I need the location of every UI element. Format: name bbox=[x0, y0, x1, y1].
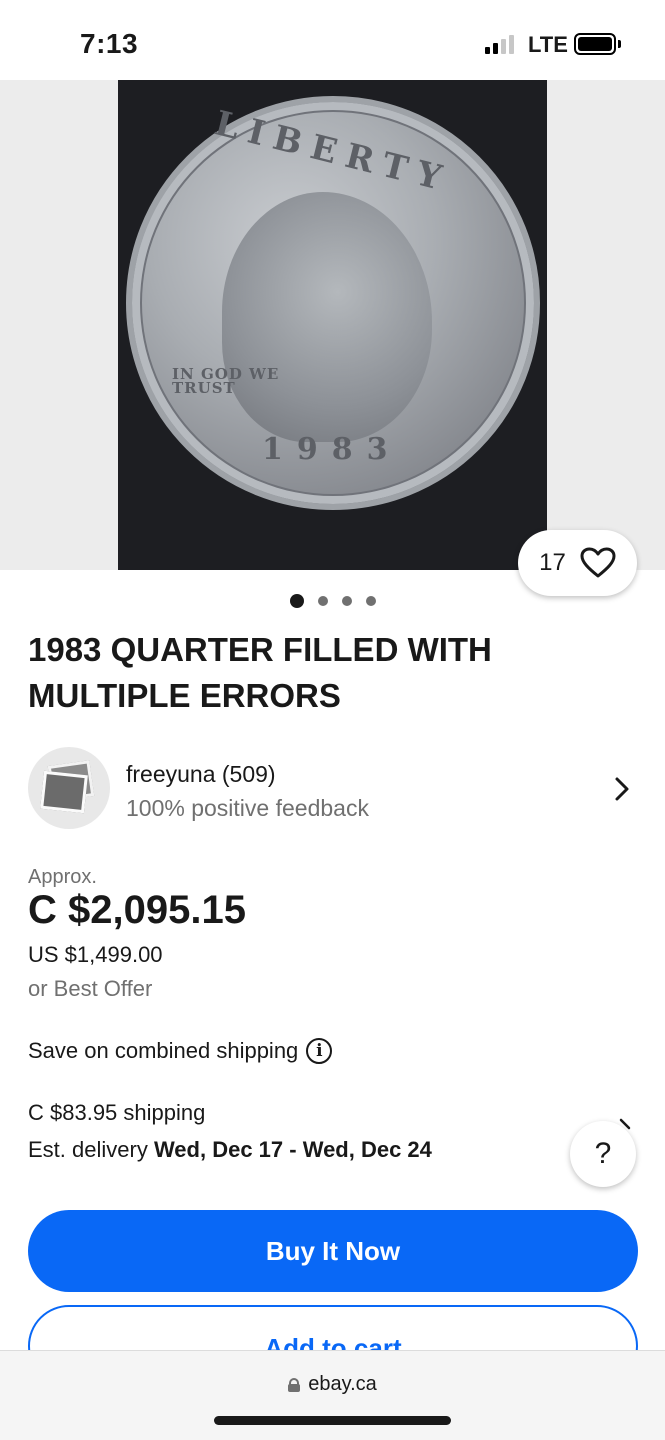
watch-count: 17 bbox=[539, 549, 566, 576]
item-photo[interactable]: LIBERTY IN GOD WE TRUST 1983 bbox=[118, 80, 547, 570]
price-main: C $2,095.15 bbox=[28, 888, 246, 932]
browser-url-bar[interactable]: ebay.ca bbox=[0, 1350, 665, 1440]
coin-image: LIBERTY IN GOD WE TRUST 1983 bbox=[126, 96, 540, 510]
seller-feedback: 100% positive feedback bbox=[126, 795, 369, 821]
delivery-estimate: Est. delivery Wed, Dec 17 - Wed, Dec 24 bbox=[28, 1137, 432, 1163]
coin-text-top: LIBERTY bbox=[210, 103, 455, 201]
combined-shipping[interactable]: Save on combined shipping i bbox=[28, 1038, 333, 1064]
home-indicator[interactable] bbox=[214, 1416, 451, 1425]
image-gallery[interactable]: LIBERTY IN GOD WE TRUST 1983 bbox=[0, 80, 665, 570]
info-icon[interactable]: i bbox=[306, 1038, 333, 1064]
combined-shipping-label: Save on combined shipping bbox=[28, 1038, 299, 1063]
heart-icon bbox=[580, 547, 616, 578]
url-domain: ebay.ca bbox=[308, 1373, 377, 1395]
buy-it-now-button[interactable]: Buy It Now bbox=[28, 1210, 638, 1292]
pagination-dot[interactable] bbox=[341, 596, 352, 606]
coin-portrait bbox=[222, 192, 432, 442]
url-display[interactable]: ebay.ca bbox=[0, 1373, 665, 1396]
network-label: LTE bbox=[528, 32, 568, 57]
chevron-right-icon bbox=[615, 777, 629, 801]
shipping-cost: C $83.95 shipping bbox=[28, 1100, 206, 1125]
help-button[interactable]: ? bbox=[570, 1121, 636, 1187]
signal-icon bbox=[485, 34, 514, 54]
battery-tip bbox=[618, 40, 621, 48]
delivery-dates: Wed, Dec 17 - Wed, Dec 24 bbox=[153, 1137, 432, 1162]
status-bar: 7:13 LTE bbox=[0, 0, 665, 80]
price-usd: US $1,499.00 bbox=[28, 942, 163, 967]
price-approx-label: Approx. bbox=[28, 866, 97, 888]
pagination-dot[interactable] bbox=[365, 596, 376, 606]
best-offer-label: or Best Offer bbox=[28, 976, 153, 1001]
delivery-prefix: Est. delivery bbox=[28, 1137, 154, 1162]
watchlist-button[interactable]: 17 bbox=[518, 530, 637, 596]
coin-motto-line2: TRUST bbox=[172, 379, 236, 397]
battery-icon bbox=[574, 33, 616, 55]
pagination-dot[interactable] bbox=[317, 596, 328, 606]
coin-text-year: 1983 bbox=[262, 432, 402, 467]
pagination-dot[interactable] bbox=[289, 594, 304, 608]
lock-icon bbox=[288, 1377, 301, 1392]
seller-name: freeyuna (509) bbox=[126, 761, 276, 787]
seller-avatar bbox=[28, 747, 110, 829]
status-time: 7:13 bbox=[80, 28, 139, 59]
coin-text-motto: IN GOD WE TRUST bbox=[172, 367, 279, 397]
listing-title: 1983 QUARTER FILLED WITH MULTIPLE ERRORS bbox=[28, 631, 492, 714]
gallery-pagination bbox=[0, 594, 665, 608]
seller-row[interactable]: freeyuna (509) 100% positive feedback bbox=[28, 747, 638, 829]
